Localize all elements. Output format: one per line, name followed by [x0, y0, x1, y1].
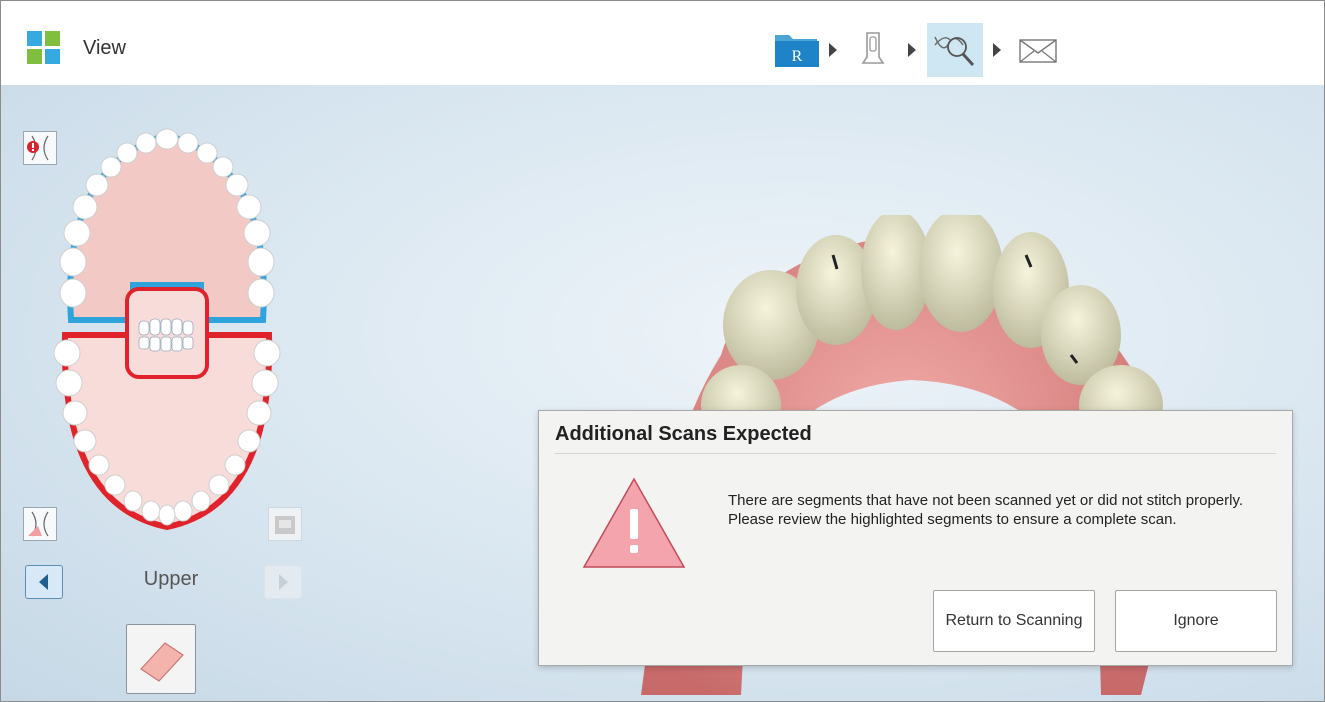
eraser-button[interactable]: [126, 624, 196, 694]
app-menu-icon[interactable]: [27, 31, 61, 65]
step-scan[interactable]: [847, 23, 903, 77]
step-arrow: [993, 43, 1001, 57]
chevron-right-icon: [279, 574, 288, 590]
envelope-icon: [1019, 39, 1057, 63]
model-view-icon: [275, 516, 295, 534]
scanner-wand-icon: [861, 32, 885, 64]
additional-scans-dialog: Additional Scans Expected There are segm…: [538, 410, 1293, 666]
return-to-scanning-button[interactable]: Return to Scanning: [933, 590, 1095, 652]
model-view-button[interactable]: [268, 507, 302, 541]
page-title: View: [83, 37, 126, 59]
step-rx[interactable]: R: [769, 23, 825, 77]
dialog-message: There are segments that have not been sc…: [728, 492, 1244, 528]
svg-text:R: R: [792, 48, 803, 65]
next-jaw-button[interactable]: [264, 565, 302, 599]
trim-icon: [28, 511, 49, 537]
view-scan-icon: [934, 36, 975, 67]
jaw-label: Upper: [143, 568, 199, 590]
dialog-divider: [555, 453, 1276, 454]
prev-jaw-button[interactable]: [25, 565, 63, 599]
trim-tool-button[interactable]: [23, 507, 57, 541]
step-send[interactable]: [1012, 23, 1068, 77]
chevron-left-icon: [39, 574, 48, 590]
warning-icon: [582, 477, 686, 568]
ignore-button[interactable]: Ignore: [1115, 590, 1277, 652]
step-arrow: [908, 43, 916, 57]
eraser-icon: [140, 642, 184, 682]
jaw-map[interactable]: [51, 125, 283, 537]
dialog-title: Additional Scans Expected: [555, 423, 812, 445]
rx-folder-icon: R: [775, 35, 819, 67]
top-toolbar: View R: [1, 1, 1324, 85]
step-view[interactable]: [927, 23, 983, 77]
app-window: View R Upper Additional Scans Expected T…: [0, 0, 1325, 702]
step-arrow: [829, 43, 837, 57]
